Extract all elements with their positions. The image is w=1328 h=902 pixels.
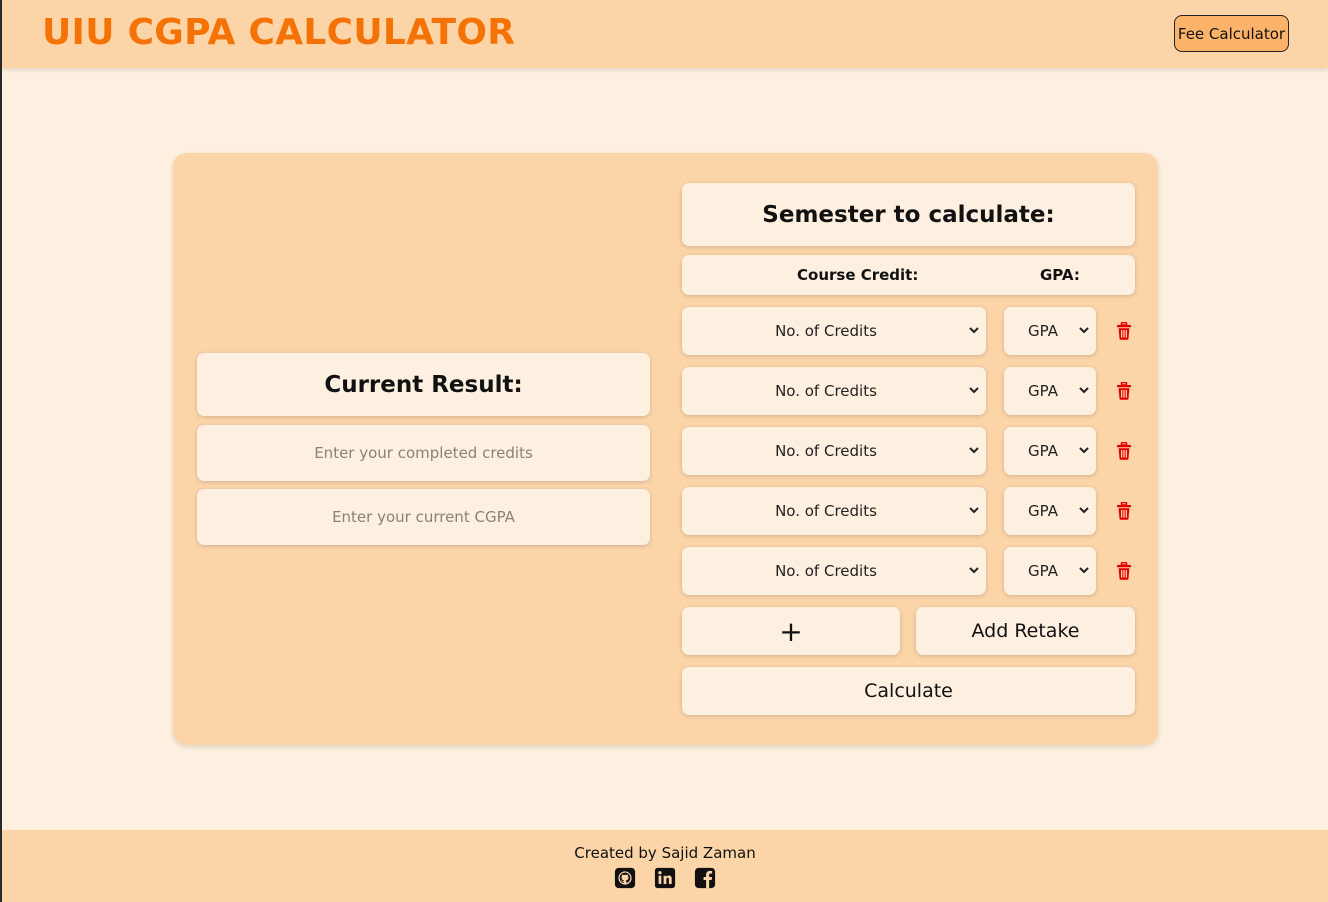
github-icon[interactable] <box>614 867 636 889</box>
trash-icon[interactable] <box>1116 442 1132 460</box>
credit-select-value: No. of Credits <box>775 322 877 340</box>
credit-select[interactable]: No. of Credits <box>682 427 986 475</box>
trash-icon[interactable] <box>1116 382 1132 400</box>
gpa-select[interactable]: GPA <box>1004 367 1096 415</box>
gpa-header: GPA: <box>1040 266 1080 284</box>
credit-select-value: No. of Credits <box>775 502 877 520</box>
linkedin-icon[interactable] <box>654 867 676 889</box>
chevron-down-icon <box>969 327 979 334</box>
social-links <box>2 867 1328 889</box>
gpa-select-value: GPA <box>1028 382 1058 400</box>
calculator-card: Current Result: Semester to calculate: C… <box>173 153 1158 745</box>
footer-credit: Created by Sajid Zaman <box>574 844 756 862</box>
credit-select[interactable]: No. of Credits <box>682 307 986 355</box>
chevron-down-icon <box>1079 387 1089 394</box>
site-footer: Created by Sajid Zaman <box>2 830 1328 902</box>
add-course-button[interactable]: + <box>682 607 900 655</box>
gpa-select-value: GPA <box>1028 502 1058 520</box>
fee-calculator-button[interactable]: Fee Calculator <box>1174 15 1289 52</box>
chevron-down-icon <box>969 507 979 514</box>
calculate-button[interactable]: Calculate <box>682 667 1135 715</box>
chevron-down-icon <box>969 447 979 454</box>
chevron-down-icon <box>969 567 979 574</box>
credit-select[interactable]: No. of Credits <box>682 367 986 415</box>
site-header: UIU CGPA CALCULATOR Fee Calculator <box>2 0 1328 68</box>
add-retake-button[interactable]: Add Retake <box>916 607 1135 655</box>
chevron-down-icon <box>1079 567 1089 574</box>
gpa-select-value: GPA <box>1028 562 1058 580</box>
chevron-down-icon <box>1079 447 1089 454</box>
gpa-select-value: GPA <box>1028 322 1058 340</box>
gpa-select[interactable]: GPA <box>1004 307 1096 355</box>
course-credit-header: Course Credit: <box>797 266 919 284</box>
chevron-down-icon <box>969 387 979 394</box>
gpa-select-value: GPA <box>1028 442 1058 460</box>
chevron-down-icon <box>1079 507 1089 514</box>
gpa-select[interactable]: GPA <box>1004 427 1096 475</box>
gpa-select[interactable]: GPA <box>1004 487 1096 535</box>
semester-title: Semester to calculate: <box>682 183 1135 246</box>
current-cgpa-input[interactable] <box>197 489 650 545</box>
current-result-title: Current Result: <box>197 353 650 416</box>
chevron-down-icon <box>1079 327 1089 334</box>
credit-select[interactable]: No. of Credits <box>682 547 986 595</box>
credit-select-value: No. of Credits <box>775 562 877 580</box>
trash-icon[interactable] <box>1116 502 1132 520</box>
trash-icon[interactable] <box>1116 322 1132 340</box>
credit-select-value: No. of Credits <box>775 382 877 400</box>
gpa-select[interactable]: GPA <box>1004 547 1096 595</box>
credit-select[interactable]: No. of Credits <box>682 487 986 535</box>
facebook-icon[interactable] <box>694 867 716 889</box>
column-header: Course Credit: GPA: <box>682 255 1135 295</box>
site-title[interactable]: UIU CGPA CALCULATOR <box>42 12 515 53</box>
completed-credits-input[interactable] <box>197 425 650 481</box>
credit-select-value: No. of Credits <box>775 442 877 460</box>
trash-icon[interactable] <box>1116 562 1132 580</box>
